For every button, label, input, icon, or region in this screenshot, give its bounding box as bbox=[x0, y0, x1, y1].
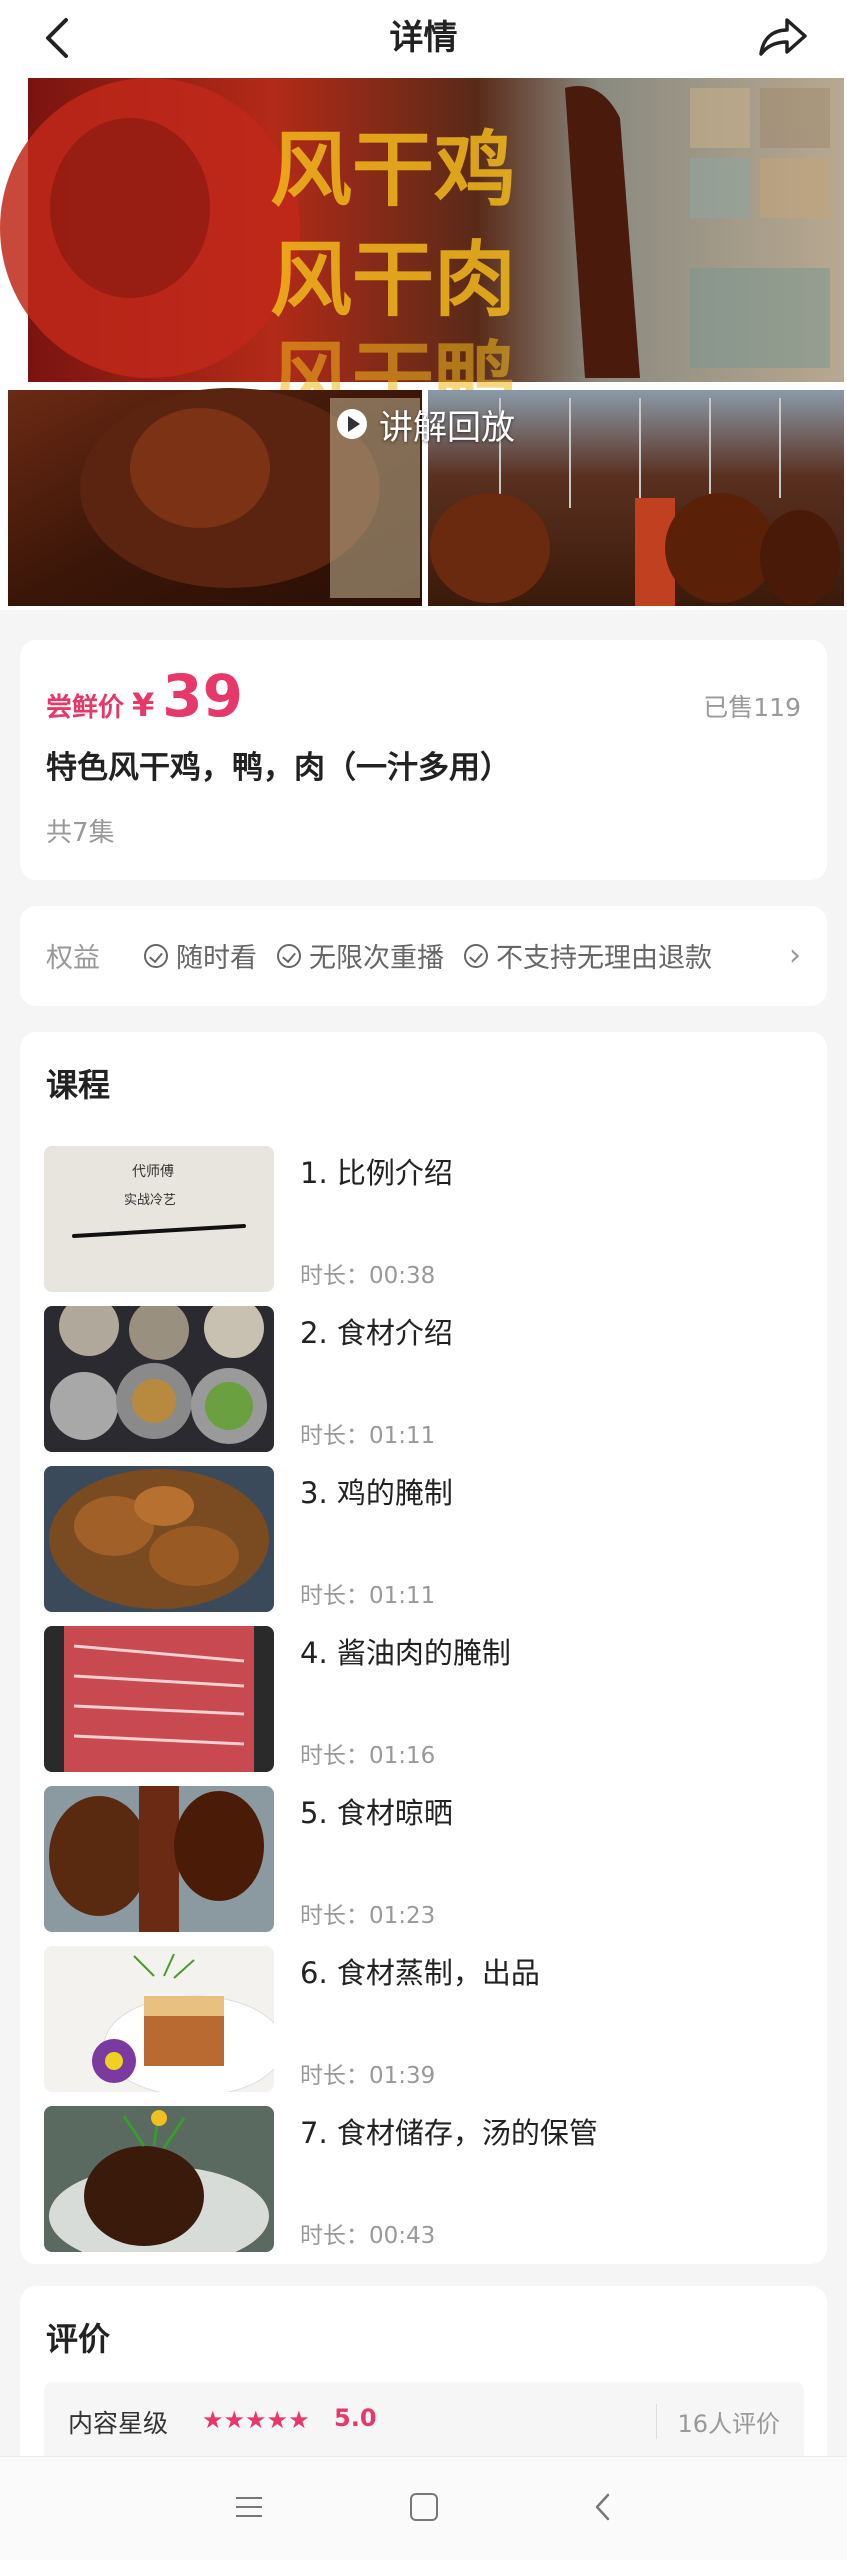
lesson-thumbnail bbox=[44, 1786, 274, 1932]
lesson-duration: 时长：01:11 bbox=[300, 1423, 436, 1449]
hero-video-cover[interactable]: 风干鸡 风干肉 风干鸭 讲解回放 bbox=[0, 78, 847, 610]
top-bar: 详情 bbox=[0, 0, 847, 78]
lesson-duration: 时长：00:38 bbox=[300, 1263, 436, 1289]
rights-item-label: 随时看 bbox=[176, 943, 257, 974]
lesson-title: 6. 食材蒸制，出品 bbox=[300, 1956, 540, 1990]
check-circle-icon bbox=[144, 943, 168, 968]
svg-text:代师傅: 代师傅 bbox=[132, 1164, 174, 1180]
lesson-item[interactable]: 2. 食材介绍 时长：01:11 bbox=[44, 1306, 804, 1452]
price-value: 39 bbox=[162, 662, 243, 730]
menu-icon[interactable] bbox=[236, 2497, 262, 2519]
play-icon bbox=[337, 409, 367, 439]
banner-line-2: 风干肉 bbox=[270, 233, 516, 328]
star-rating-icon: ★★★★★ bbox=[202, 2406, 310, 2434]
lesson-thumbnail bbox=[44, 2106, 274, 2252]
lesson-duration: 时长：00:43 bbox=[300, 2223, 436, 2249]
replay-label: 讲解回放 bbox=[379, 407, 515, 448]
share-icon[interactable] bbox=[755, 12, 809, 62]
system-nav-bar bbox=[0, 2456, 847, 2560]
section-title-course: 课程 bbox=[46, 1066, 111, 1104]
lesson-title: 2. 食材介绍 bbox=[300, 1316, 453, 1350]
back-chevron-icon[interactable] bbox=[594, 2493, 610, 2521]
rating-score: 5.0 bbox=[334, 2404, 377, 2432]
course-list-card: 课程 代师傅 实战冷艺 1. 比例介绍 时长：00:38 2. 食材介绍 时长：… bbox=[20, 1032, 827, 2264]
lesson-thumbnail bbox=[44, 1466, 274, 1612]
rating-label: 内容星级 bbox=[68, 2409, 169, 2438]
rights-item-label: 无限次重播 bbox=[309, 943, 444, 974]
chevron-right-icon[interactable]: › bbox=[789, 938, 801, 973]
check-circle-icon bbox=[277, 943, 301, 968]
cover-collage-image: 风干鸡 风干肉 风干鸭 bbox=[0, 78, 844, 606]
rights-item: 随时看 bbox=[144, 936, 257, 975]
lesson-thumbnail bbox=[44, 1626, 274, 1772]
lesson-item[interactable]: 4. 酱油肉的腌制 时长：01:16 bbox=[44, 1626, 804, 1772]
review-count: 16人评价 bbox=[656, 2404, 780, 2439]
replay-button[interactable]: 讲解回放 bbox=[337, 396, 515, 452]
banner-line-1: 风干鸡 bbox=[270, 123, 516, 218]
home-square-icon[interactable] bbox=[410, 2493, 438, 2521]
sold-count: 已售119 bbox=[703, 693, 801, 722]
rights-row[interactable]: 权益 随时看 无限次重播 不支持无理由退款 › bbox=[20, 906, 827, 1006]
lesson-thumbnail bbox=[44, 1306, 274, 1452]
product-info-card: 尝鲜价 ¥ 39 已售119 特色风干鸡，鸭，肉（一汁多用） 共7集 bbox=[20, 640, 827, 880]
lesson-item[interactable]: 3. 鸡的腌制 时长：01:11 bbox=[44, 1466, 804, 1612]
lesson-item[interactable]: 7. 食材储存，汤的保管 时长：00:43 bbox=[44, 2106, 804, 2252]
lesson-duration: 时长：01:39 bbox=[300, 2063, 436, 2089]
price-currency: ¥ bbox=[132, 686, 155, 724]
lesson-item[interactable]: 6. 食材蒸制，出品 时长：01:39 bbox=[44, 1946, 804, 2092]
price-label: 尝鲜价 bbox=[46, 693, 125, 723]
lesson-thumbnail: 代师傅 实战冷艺 bbox=[44, 1146, 274, 1292]
lesson-item[interactable]: 代师傅 实战冷艺 1. 比例介绍 时长：00:38 bbox=[44, 1146, 804, 1292]
rating-summary[interactable]: 内容星级 ★★★★★ 5.0 16人评价 bbox=[44, 2382, 804, 2462]
svg-text:实战冷艺: 实战冷艺 bbox=[124, 1193, 176, 1208]
lesson-title: 4. 酱油肉的腌制 bbox=[300, 1636, 511, 1670]
rights-list: 随时看 无限次重播 不支持无理由退款 bbox=[144, 936, 712, 975]
section-title-reviews: 评价 bbox=[46, 2320, 111, 2358]
rights-item-label: 不支持无理由退款 bbox=[496, 943, 712, 974]
lesson-thumbnail bbox=[44, 1946, 274, 2092]
lesson-duration: 时长：01:11 bbox=[300, 1583, 436, 1609]
lesson-title: 5. 食材晾晒 bbox=[300, 1796, 453, 1830]
page-title: 详情 bbox=[389, 18, 458, 58]
lesson-title: 7. 食材储存，汤的保管 bbox=[300, 2116, 598, 2150]
course-title: 特色风干鸡，鸭，肉（一汁多用） bbox=[46, 750, 511, 786]
price-row: 尝鲜价 ¥ 39 bbox=[46, 662, 243, 730]
lesson-duration: 时长：01:16 bbox=[300, 1743, 436, 1769]
episode-count: 共7集 bbox=[46, 818, 115, 848]
rights-item: 无限次重播 bbox=[277, 936, 444, 975]
check-circle-icon bbox=[464, 943, 488, 968]
rights-label: 权益 bbox=[46, 943, 100, 974]
rights-item: 不支持无理由退款 bbox=[464, 936, 712, 975]
lesson-item[interactable]: 5. 食材晾晒 时长：01:23 bbox=[44, 1786, 804, 1932]
lesson-title: 3. 鸡的腌制 bbox=[300, 1476, 453, 1510]
lesson-duration: 时长：01:23 bbox=[300, 1903, 436, 1929]
lesson-title: 1. 比例介绍 bbox=[300, 1156, 453, 1190]
